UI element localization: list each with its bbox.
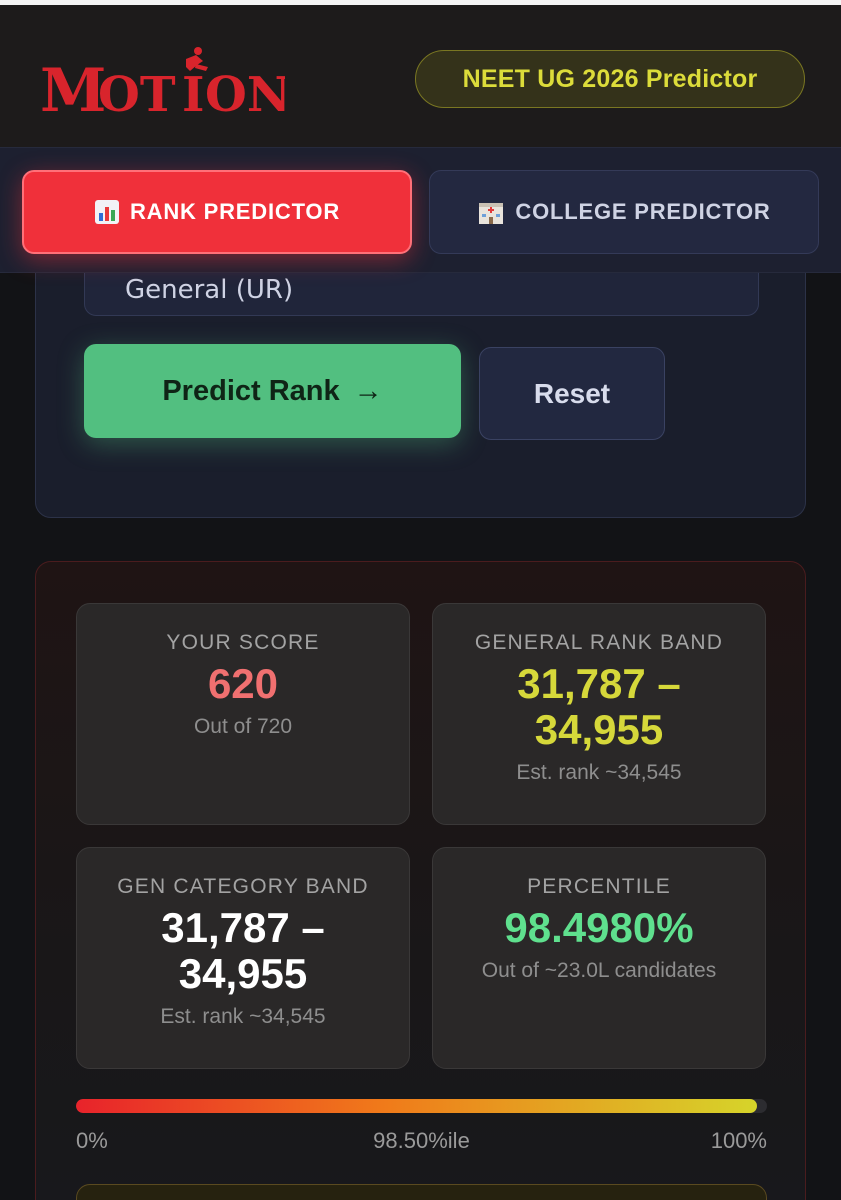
- percentile-progress-bar: [76, 1099, 767, 1113]
- general-rank-band-value-line2: 34,955: [534, 706, 664, 753]
- arrow-right-icon: →: [353, 374, 383, 407]
- reset-button[interactable]: Reset: [479, 347, 665, 440]
- your-score-card: YOUR SCORE 620 Out of 720: [76, 603, 410, 825]
- percentile-value: 98.4980%: [504, 904, 694, 951]
- tab-rank-predictor[interactable]: RANK PREDICTOR: [22, 170, 412, 254]
- motion-logo[interactable]: M OT I ON: [40, 45, 285, 120]
- your-score-value: 620: [207, 660, 279, 707]
- general-rank-band-card: GENERAL RANK BAND 31,787 – 34,955 Est. r…: [432, 603, 766, 825]
- next-result-card: [76, 1184, 767, 1200]
- gen-category-band-value-line1: 31,787 –: [161, 904, 325, 951]
- progress-value-label: 98.50%ile: [373, 1128, 470, 1153]
- category-select-value: General (UR): [125, 275, 294, 305]
- hospital-icon: [477, 199, 505, 225]
- percentile-sub: Out of ~23.0L candidates: [481, 959, 717, 982]
- gen-category-band-value-line2: 34,955: [178, 950, 308, 997]
- tab-college-label: COLLEGE PREDICTOR: [515, 199, 771, 224]
- predict-rank-label: Predict Rank: [162, 374, 340, 407]
- results-card: YOUR SCORE 620 Out of 720 GENERAL RANK B…: [35, 561, 806, 1200]
- svg-text:M: M: [40, 56, 106, 120]
- svg-text:ON: ON: [205, 67, 285, 120]
- gen-category-band-sub: Est. rank ~34,545: [160, 1005, 326, 1028]
- percentile-progress-fill: [76, 1099, 757, 1113]
- progress-labels: 0% 98.50%ile 100%: [76, 1128, 767, 1158]
- predict-rank-button[interactable]: Predict Rank →: [84, 344, 461, 438]
- tab-college-predictor[interactable]: COLLEGE PREDICTOR: [429, 170, 819, 254]
- your-score-label: YOUR SCORE: [166, 631, 320, 654]
- general-rank-band-sub: Est. rank ~34,545: [516, 761, 682, 784]
- gen-category-band-label: GEN CATEGORY BAND: [117, 875, 369, 898]
- your-score-sub: Out of 720: [193, 715, 293, 738]
- predictor-tabs: RANK PREDICTOR COLLEGE PREDICTOR: [0, 147, 841, 273]
- general-rank-band-value-line1: 31,787 –: [517, 660, 681, 707]
- neet-predictor-pill[interactable]: NEET UG 2026 Predictor: [415, 50, 805, 108]
- progress-max-label: 100%: [710, 1128, 767, 1153]
- percentile-label: PERCENTILE: [527, 875, 671, 898]
- general-rank-band-label: GENERAL RANK BAND: [474, 631, 724, 654]
- gen-category-band-card: GEN CATEGORY BAND 31,787 – 34,955 Est. r…: [76, 847, 410, 1069]
- tab-rank-label: RANK PREDICTOR: [129, 199, 341, 224]
- header: M OT I ON NEET UG 2026 Predictor: [0, 5, 841, 147]
- percentile-card: PERCENTILE 98.4980% Out of ~23.0L candid…: [432, 847, 766, 1069]
- svg-text:OT: OT: [98, 67, 176, 120]
- bar-chart-icon: [94, 199, 120, 225]
- svg-text:I: I: [182, 67, 204, 120]
